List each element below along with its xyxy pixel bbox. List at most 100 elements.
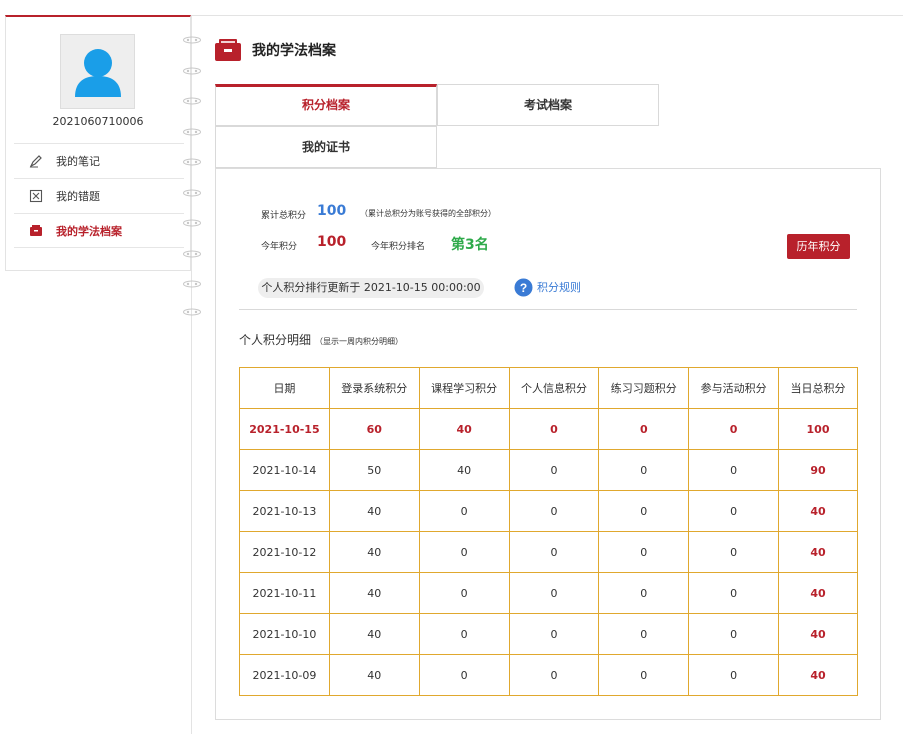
sidebar-item-label: 我的笔记 xyxy=(56,155,100,168)
user-id: 2021060710006 xyxy=(52,115,144,128)
year-points-label: 今年积分 xyxy=(261,242,298,252)
help-icon: ? xyxy=(514,278,533,296)
table-cell: 40 xyxy=(778,572,858,614)
table-row: 2021-10-11 40 0 0 0 0 40 xyxy=(239,572,858,614)
table-cell: 40 xyxy=(328,572,420,614)
table-row: 2021-10-09 40 0 0 0 0 40 xyxy=(239,654,858,696)
table-cell: 2021-10-10 xyxy=(239,613,330,655)
table-cell: 2021-10-11 xyxy=(239,572,330,614)
svg-text:?: ? xyxy=(520,281,527,295)
table-cell: 0 xyxy=(418,613,510,655)
sidebar-item-study-archive[interactable]: 我的学法档案 xyxy=(14,213,184,248)
table-cell: 0 xyxy=(508,654,600,696)
column-header: 参与活动积分 xyxy=(688,367,780,409)
sidebar-item-label: 我的错题 xyxy=(56,190,100,203)
table-cell: 40 xyxy=(778,531,858,573)
archive-box-icon xyxy=(28,223,44,239)
tab-exam-archive[interactable]: 考试档案 xyxy=(437,84,659,126)
page-title: 我的学法档案 xyxy=(252,43,336,59)
user-silhouette-icon xyxy=(75,49,121,97)
table-row: 2021-10-12 40 0 0 0 0 40 xyxy=(239,531,858,573)
table-cell: 0 xyxy=(508,490,600,532)
column-header: 当日总积分 xyxy=(778,367,858,409)
table-cell: 0 xyxy=(508,572,600,614)
table-cell: 0 xyxy=(688,654,780,696)
table-cell: 0 xyxy=(418,531,510,573)
table-cell: 90 xyxy=(778,449,858,491)
table-cell: 0 xyxy=(598,531,690,573)
table-cell: 0 xyxy=(598,490,690,532)
table-row: 2021-10-10 40 0 0 0 0 40 xyxy=(239,613,858,655)
sidebar-item-notes[interactable]: 我的笔记 xyxy=(14,143,184,178)
table-cell: 40 xyxy=(778,654,858,696)
table-cell: 50 xyxy=(328,449,420,491)
table-cell: 0 xyxy=(508,449,600,491)
points-detail-table: 日期 登录系统积分 课程学习积分 个人信息积分 练习习题积分 参与活动积分 当日… xyxy=(239,367,858,696)
points-rules-link[interactable]: ? 积分规则 xyxy=(514,277,581,297)
table-cell: 2021-10-12 xyxy=(239,531,330,573)
table-cell: 0 xyxy=(688,613,780,655)
table-cell: 2021-10-15 xyxy=(239,408,330,450)
table-cell: 0 xyxy=(598,613,690,655)
archive-box-icon xyxy=(214,38,242,66)
column-header: 日期 xyxy=(239,367,330,409)
avatar[interactable] xyxy=(60,34,135,109)
table-row: 2021-10-13 40 0 0 0 0 40 xyxy=(239,490,858,532)
table-cell: 40 xyxy=(328,531,420,573)
sidebar-divider xyxy=(191,15,192,734)
table-cell: 0 xyxy=(598,449,690,491)
total-points-value: 100 xyxy=(317,203,347,219)
points-rules-label: 积分规则 xyxy=(537,281,581,294)
table-cell: 0 xyxy=(598,408,690,450)
sidebar-item-wrong-answers[interactable]: 我的错题 xyxy=(14,178,184,213)
table-cell: 2021-10-13 xyxy=(239,490,330,532)
column-header: 练习习题积分 xyxy=(598,367,690,409)
column-header: 个人信息积分 xyxy=(508,367,600,409)
table-cell: 0 xyxy=(418,490,510,532)
table-cell: 0 xyxy=(688,531,780,573)
table-cell: 0 xyxy=(418,654,510,696)
table-cell: 0 xyxy=(508,613,600,655)
column-header: 课程学习积分 xyxy=(418,367,510,409)
table-cell: 40 xyxy=(328,654,420,696)
pen-icon xyxy=(28,153,44,169)
table-cell: 0 xyxy=(598,572,690,614)
year-rank-label: 今年积分排名 xyxy=(371,242,426,252)
table-cell: 0 xyxy=(688,572,780,614)
sidebar-menu: 我的笔记 我的错题 我的学法档案 xyxy=(14,143,184,248)
table-cell: 0 xyxy=(688,490,780,532)
table-cell: 2021-10-09 xyxy=(239,654,330,696)
wrong-answer-icon xyxy=(28,188,44,204)
table-cell: 40 xyxy=(778,613,858,655)
top-divider xyxy=(190,15,903,16)
tab-points-archive[interactable]: 积分档案 xyxy=(215,84,437,126)
history-points-button[interactable]: 历年积分 xyxy=(787,234,850,259)
table-row: 2021-10-15 60 40 0 0 0 100 xyxy=(239,408,858,450)
table-cell: 0 xyxy=(418,572,510,614)
table-cell: 60 xyxy=(328,408,420,450)
table-cell: 0 xyxy=(508,531,600,573)
section-divider xyxy=(239,309,857,310)
column-header: 登录系统积分 xyxy=(328,367,420,409)
year-points-value: 100 xyxy=(317,234,347,250)
table-cell: 40 xyxy=(418,449,510,491)
ranking-update-time: 个人积分排行更新于 2021-10-15 00:00:00 xyxy=(258,278,484,298)
detail-subtitle: （显示一周内积分明细） xyxy=(315,337,404,346)
table-cell: 0 xyxy=(598,654,690,696)
table-cell: 40 xyxy=(418,408,510,450)
tab-my-certificates[interactable]: 我的证书 xyxy=(215,126,437,168)
sidebar-item-label: 我的学法档案 xyxy=(56,224,122,238)
table-cell: 2021-10-14 xyxy=(239,449,330,491)
table-row: 2021-10-14 50 40 0 0 0 90 xyxy=(239,449,858,491)
table-cell: 0 xyxy=(508,408,600,450)
table-header-row: 日期 登录系统积分 课程学习积分 个人信息积分 练习习题积分 参与活动积分 当日… xyxy=(239,367,858,409)
year-rank-value: 第3名 xyxy=(451,237,489,253)
table-cell: 40 xyxy=(778,490,858,532)
detail-title: 个人积分明细 （显示一周内积分明细） xyxy=(239,331,403,348)
total-points-note: （累计总积分为账号获得的全部积分） xyxy=(360,209,496,218)
detail-title-text: 个人积分明细 xyxy=(239,333,312,347)
table-cell: 100 xyxy=(778,408,858,450)
total-points-label: 累计总积分 xyxy=(261,211,307,221)
table-cell: 40 xyxy=(328,490,420,532)
table-cell: 0 xyxy=(688,449,780,491)
